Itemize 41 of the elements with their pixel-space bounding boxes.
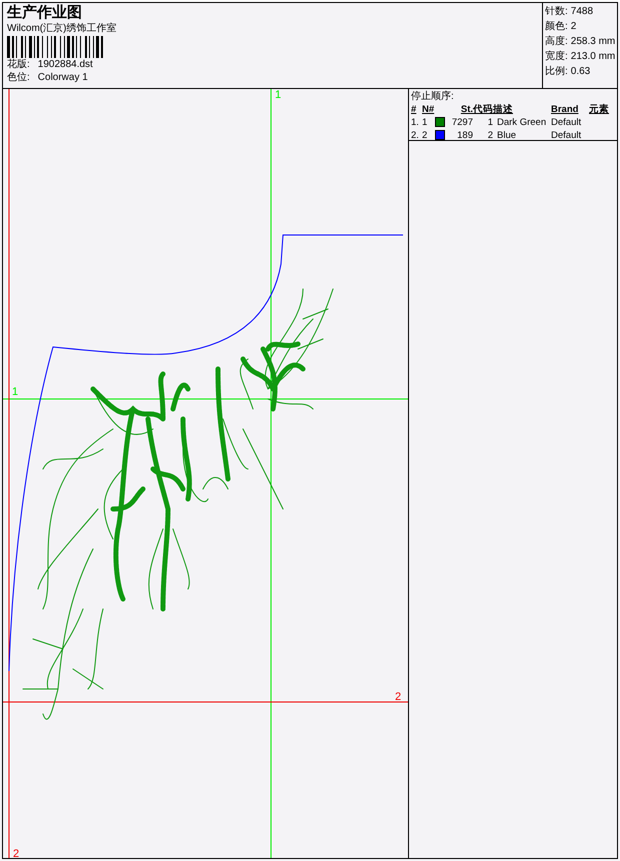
stat-label: 针数: [545, 5, 568, 19]
stop-sequence-title: 停止顺序: [411, 90, 455, 103]
column-header: Brand [551, 103, 580, 116]
guide-label: 2 [13, 849, 20, 858]
guide-label: 1 [12, 387, 18, 398]
guide-label: 2 [395, 692, 402, 703]
table-cell-text: 2. [411, 129, 420, 142]
table-cell-text: 2 [486, 129, 493, 142]
stat-label: 比例: [545, 65, 568, 79]
guide-label: 1 [275, 90, 282, 101]
stat-value: 213.0 mm [570, 50, 616, 64]
stat-value: 2 [570, 20, 576, 34]
table-cell-text: 1. [411, 116, 420, 129]
sheet-title: 生产作业图 [7, 4, 83, 21]
stat-label: 颜色: [545, 20, 568, 34]
table-cell-text: Default [551, 116, 582, 129]
table-cell-text: Default [551, 129, 582, 142]
column-header: 代码 [473, 103, 493, 116]
table-cell-text: 1 [422, 116, 428, 129]
stat-label: 高度: [545, 35, 568, 49]
table-cell-text: 1 [486, 116, 493, 129]
column-header: 描述 [493, 103, 514, 116]
barcode-icon [7, 36, 103, 58]
stat-label: 宽度: [545, 50, 568, 64]
table-cell-text: 189 [456, 129, 473, 142]
table-cell-text: Blue [496, 129, 518, 142]
stat-value: 258.3 mm [570, 35, 616, 49]
column-header: St. [460, 103, 473, 116]
table-cell-text: 7297 [450, 116, 473, 129]
column-header: N# [422, 103, 436, 116]
design-value: 1902884.dst [38, 59, 93, 71]
column-header: 元素 [589, 103, 610, 116]
table-cell-text: 2 [422, 129, 428, 142]
stat-value: 0.63 [570, 65, 590, 79]
colorway-value: Colorway 1 [38, 72, 88, 84]
table-cell-text: Dark Green [496, 116, 548, 129]
stat-value: 7488 [570, 5, 594, 19]
colorway-label: 色位: [7, 72, 30, 84]
company-name: Wilcom(汇京)绣饰工作室 [7, 22, 118, 35]
design-label: 花版: [7, 59, 30, 71]
column-header: # [411, 103, 418, 116]
